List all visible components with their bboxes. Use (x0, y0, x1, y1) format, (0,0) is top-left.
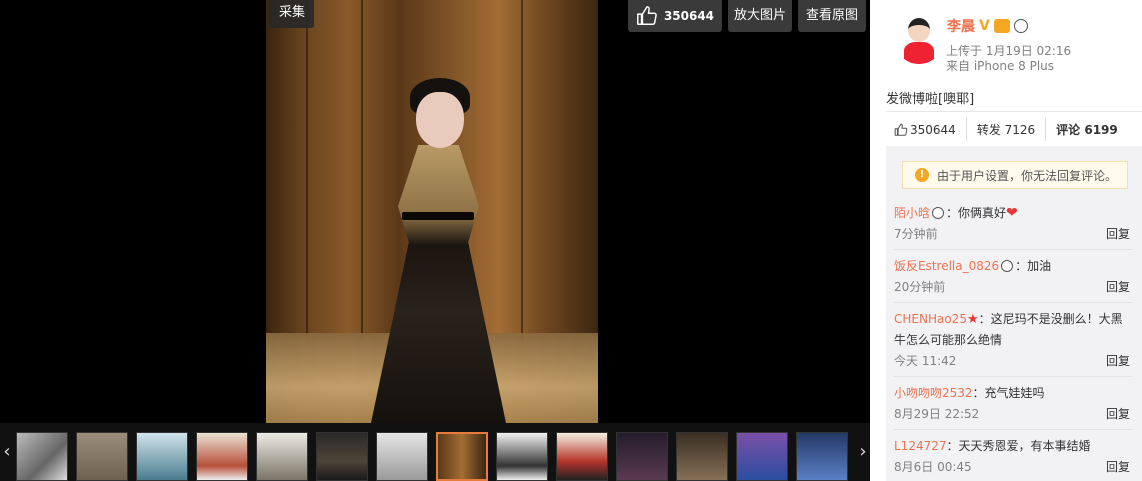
thumbnail[interactable] (16, 432, 68, 481)
like-button[interactable]: 350644 (628, 0, 722, 32)
thumbnail-active[interactable] (436, 432, 488, 481)
photo-decoration (416, 92, 464, 148)
comment-list: ! 由于用户设置，你无法回复评论。 陌小晗 ：你俩真好❤ 7分钟前 回复 饭反Es… (886, 146, 1142, 481)
repost-stat-label: 转发 7126 (976, 123, 1036, 137)
thumbnail[interactable] (76, 432, 128, 481)
star-badge-icon: ★ (966, 312, 979, 327)
thumbnail[interactable] (316, 432, 368, 481)
reply-link[interactable]: 回复 (1106, 458, 1132, 476)
main-photo[interactable] (266, 0, 598, 423)
comment-author[interactable]: CHENHao25 (894, 312, 967, 326)
comment-author[interactable]: 陌小晗 (894, 206, 930, 220)
comment-author[interactable]: L124727 (894, 439, 947, 453)
photo-decoration (521, 0, 523, 340)
thumbs-up-icon (894, 123, 908, 136)
post-panel: 李晨 V 上传于 1月19日 02:16 来自 iPhone 8 Plus 发微… (870, 0, 1142, 481)
post-stats: 350644 转发 7126 评论 6199 (886, 118, 1128, 141)
reply-link[interactable]: 回复 (1106, 225, 1132, 243)
photo-decoration (402, 212, 474, 220)
vip-badge-icon (993, 19, 1010, 33)
comment-item: CHENHao25★：这尼玛不是没删么！大黑牛怎么可能那么绝情 今天 11:42… (894, 303, 1132, 377)
comment-author[interactable]: 饭反Estrella_0826 (894, 259, 999, 273)
chevron-left-icon[interactable]: ‹ (0, 423, 14, 481)
heart-icon: ❤ (1006, 205, 1018, 221)
verified-badge-icon: V (979, 18, 990, 34)
comment-author[interactable]: 小吻吻吻2532 (894, 386, 973, 400)
thumbnail[interactable] (676, 432, 728, 481)
comment-text: ：天天秀恩爱，有本事结婚 (946, 439, 1091, 453)
enlarge-image-button[interactable]: 放大图片 (728, 0, 792, 32)
avatar-decoration (908, 18, 930, 42)
like-count: 350644 (663, 9, 715, 23)
comment-time: 7分钟前 (894, 227, 938, 241)
avatar-decoration (904, 42, 934, 64)
comment-item: L124727：天天秀恩爱，有本事结婚 8月6日 00:45 回复 (894, 430, 1132, 481)
reply-link[interactable]: 回复 (1106, 278, 1132, 296)
thumbnail[interactable] (796, 432, 848, 481)
photo-decoration (371, 145, 506, 423)
comment-text: ：你俩真好 (946, 206, 1007, 220)
username-row: 李晨 V (947, 16, 1028, 36)
collect-button[interactable]: 采集 (270, 0, 315, 28)
like-stat[interactable]: 350644 (886, 120, 966, 140)
avatar[interactable] (894, 14, 944, 64)
notice-text: 由于用户设置，你无法回复评论。 (937, 168, 1118, 183)
username[interactable]: 李晨 (947, 16, 975, 36)
photo-decoration (306, 0, 308, 340)
photo-area (0, 0, 870, 423)
comment-stat-label: 评论 6199 (1056, 123, 1118, 137)
thumbnail[interactable] (556, 432, 608, 481)
comment-item: 陌小晗 ：你俩真好❤ 7分钟前 回复 (894, 197, 1132, 250)
thumbnail[interactable] (256, 432, 308, 481)
post-device: 来自 iPhone 8 Plus (946, 59, 1055, 73)
comment-stat[interactable]: 评论 6199 (1045, 118, 1128, 141)
comment-time: 20分钟前 (894, 280, 946, 294)
comment-time: 8月29日 22:52 (894, 407, 980, 421)
repost-stat[interactable]: 转发 7126 (965, 118, 1045, 141)
view-original-button[interactable]: 查看原图 (798, 0, 866, 32)
thumbnail[interactable] (376, 432, 428, 481)
panda-badge-icon (1013, 19, 1028, 33)
warning-icon: ! (915, 168, 929, 182)
thumbnail[interactable] (196, 432, 248, 481)
thumbnail-strip: ‹ › (0, 423, 870, 481)
reply-link[interactable]: 回复 (1106, 352, 1132, 370)
comment-time: 8月6日 00:45 (894, 460, 972, 474)
like-stat-count: 350644 (910, 122, 956, 137)
panda-badge-icon (932, 207, 945, 219)
comment-item: 饭反Estrella_0826 ：加油 20分钟前 回复 (894, 250, 1132, 303)
comment-time: 今天 11:42 (894, 354, 957, 368)
divider (886, 111, 1142, 112)
chevron-right-icon[interactable]: › (856, 423, 870, 481)
thumbnail-list (16, 432, 852, 481)
thumbnail[interactable] (736, 432, 788, 481)
comment-text: ：加油 (1015, 259, 1052, 273)
comment-text: ：充气娃娃吗 (972, 386, 1045, 400)
thumbnail[interactable] (616, 432, 668, 481)
comment-item: 小吻吻吻2532：充气娃娃吗 8月29日 22:52 回复 (894, 377, 1132, 430)
thumbnail[interactable] (496, 432, 548, 481)
reply-disabled-notice: ! 由于用户设置，你无法回复评论。 (902, 161, 1128, 189)
thumbnail[interactable] (136, 432, 188, 481)
photo-decoration (361, 0, 363, 340)
reply-link[interactable]: 回复 (1106, 405, 1132, 423)
post-text: 发微博啦[噢耶] (886, 92, 975, 107)
image-viewer: 采集 350644 放大图片 查看原图 ‹ › (0, 0, 870, 481)
thumbs-up-icon (637, 6, 657, 25)
panda-badge-icon (1001, 260, 1014, 272)
